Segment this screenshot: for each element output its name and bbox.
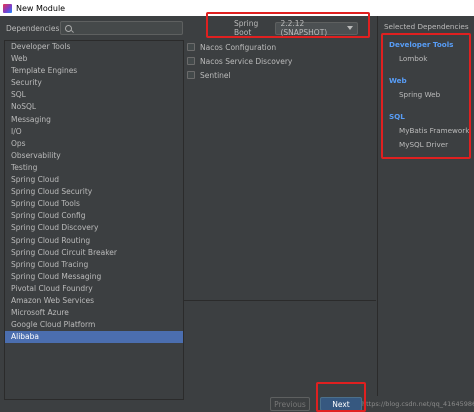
- dependencies-label: Dependencies: [6, 23, 60, 33]
- category-list[interactable]: Developer Tools Web Template Engines Securi…: [4, 40, 184, 400]
- category-item[interactable]: Spring Cloud Discovery: [5, 222, 183, 234]
- next-button[interactable]: Next: [320, 397, 362, 411]
- category-item[interactable]: Spring Cloud Routing: [5, 235, 183, 247]
- dependency-search-input[interactable]: [75, 24, 175, 32]
- category-item[interactable]: Ops: [5, 138, 183, 150]
- search-icon: [65, 24, 72, 32]
- spring-boot-label: Spring Boot: [234, 19, 259, 37]
- category-item[interactable]: Microsoft Azure: [5, 307, 183, 319]
- dependency-checkbox[interactable]: [187, 43, 195, 51]
- watermark-text: https://blog.csdn.net/qq_41645986: [362, 400, 474, 408]
- dependency-option-label: Nacos Service Discovery: [200, 56, 293, 66]
- category-item[interactable]: Web: [5, 53, 183, 65]
- category-item[interactable]: Spring Cloud Tracing: [5, 259, 183, 271]
- selected-dependencies-header: Selected Dependencies: [384, 22, 469, 31]
- dependency-option-label: Sentinel: [200, 70, 231, 80]
- category-item[interactable]: Template Engines: [5, 65, 183, 77]
- title-bar: New Module: [0, 0, 474, 16]
- category-item[interactable]: I/O: [5, 126, 183, 138]
- new-module-dialog: Dependencies Developer Tools Web Template …: [0, 12, 474, 412]
- category-item[interactable]: Security: [5, 77, 183, 89]
- category-item[interactable]: SQL: [5, 89, 183, 101]
- category-item[interactable]: Developer Tools: [5, 41, 183, 53]
- category-item[interactable]: Spring Cloud Messaging: [5, 271, 183, 283]
- selected-dependencies-panel: Selected Dependencies Developer Tools Lom…: [378, 16, 474, 396]
- dependency-search-field[interactable]: [60, 21, 183, 35]
- dependency-checkbox[interactable]: [187, 57, 195, 65]
- spring-boot-version-select[interactable]: 2.2.12 (SNAPSHOT): [275, 19, 358, 37]
- selected-group-title: SQL: [389, 112, 405, 121]
- category-item[interactable]: Spring Cloud Tools: [5, 198, 183, 210]
- dependency-option-row[interactable]: Nacos Configuration: [184, 40, 376, 54]
- window-title: New Module: [16, 3, 66, 13]
- spring-boot-version-bar: Spring Boot 2.2.12 (SNAPSHOT): [208, 19, 358, 37]
- dependency-options-panel: Nacos Configuration Nacos Service Discove…: [184, 40, 376, 300]
- selected-dependency-item[interactable]: Spring Web: [399, 90, 440, 99]
- selected-dependency-item[interactable]: Lombok: [399, 54, 427, 63]
- category-item[interactable]: Google Cloud Platform: [5, 319, 183, 331]
- previous-button[interactable]: Previous: [270, 397, 310, 411]
- selected-group-title: Web: [389, 76, 407, 85]
- category-item[interactable]: Spring Cloud Config: [5, 210, 183, 222]
- dependency-option-row[interactable]: Sentinel: [184, 68, 376, 82]
- dependency-option-label: Nacos Configuration: [200, 42, 277, 52]
- category-item[interactable]: Pivotal Cloud Foundry: [5, 283, 183, 295]
- category-item[interactable]: Messaging: [5, 114, 183, 126]
- category-item[interactable]: Observability: [5, 150, 183, 162]
- selected-dependency-item[interactable]: MySQL Driver: [399, 140, 448, 149]
- chevron-down-icon: [347, 26, 353, 30]
- intellij-app-icon: [3, 3, 12, 13]
- category-item[interactable]: Spring Cloud: [5, 174, 183, 186]
- category-item[interactable]: Alibaba: [5, 331, 183, 344]
- category-item[interactable]: Testing: [5, 162, 183, 174]
- category-item[interactable]: Amazon Web Services: [5, 295, 183, 307]
- dialog-button-bar: Previous Next https://blog.csdn.net/qq_4…: [0, 396, 474, 412]
- category-item[interactable]: Spring Cloud Security: [5, 186, 183, 198]
- panel-divider: [184, 300, 376, 301]
- dependency-option-row[interactable]: Nacos Service Discovery: [184, 54, 376, 68]
- selected-dependency-item[interactable]: MyBatis Framework: [399, 126, 469, 135]
- selected-group-title: Developer Tools: [389, 40, 454, 49]
- category-item[interactable]: NoSQL: [5, 101, 183, 113]
- spring-boot-version-value: 2.2.12 (SNAPSHOT): [280, 19, 328, 37]
- dependency-checkbox[interactable]: [187, 71, 195, 79]
- category-item[interactable]: Spring Cloud Circuit Breaker: [5, 247, 183, 259]
